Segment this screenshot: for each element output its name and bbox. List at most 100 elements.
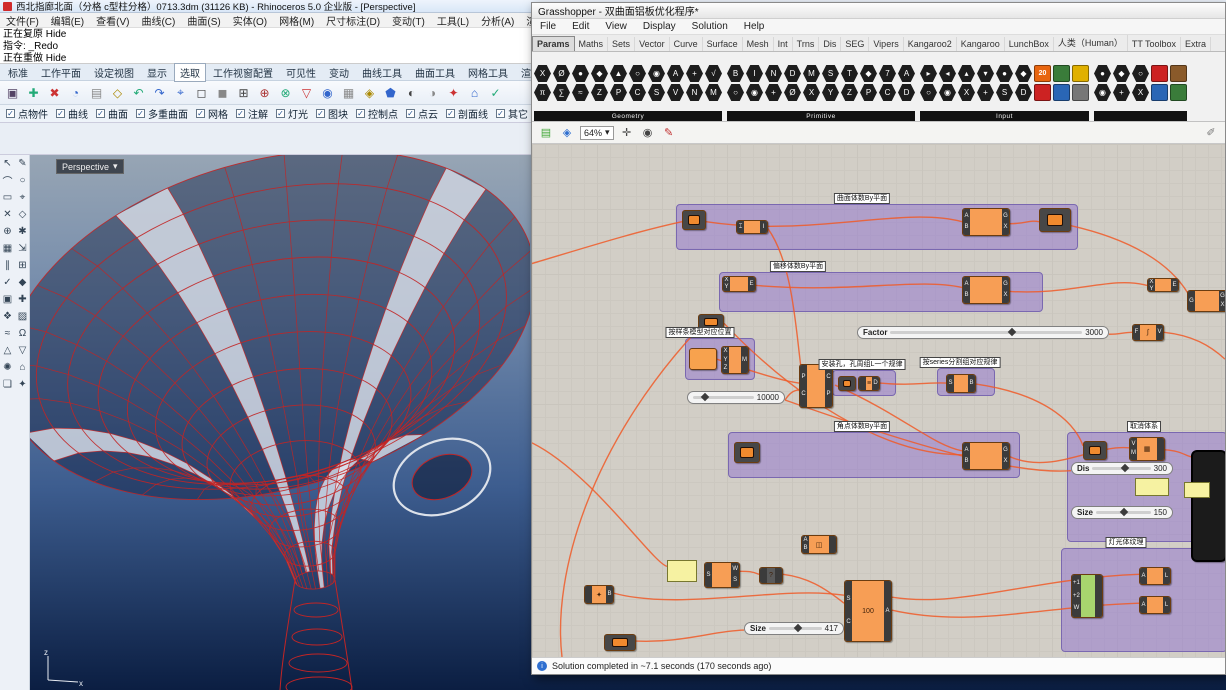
gh-category-tab[interactable]: Params [532,36,575,51]
tool-palette-icon[interactable]: ▣ [0,291,15,308]
component-hex-icon[interactable]: X [534,65,551,82]
tool-palette-icon[interactable]: ⌒ [0,172,15,189]
rhino-menu-item[interactable]: 实体(O) [227,13,273,28]
gh-component[interactable] [838,376,856,391]
toolbar-icon[interactable]: ⬟ [381,83,400,102]
component-hex-icon[interactable]: ○ [920,84,937,101]
gh-category-tab[interactable]: Vector [635,37,670,51]
component-hex-icon[interactable]: V [667,84,684,101]
gh-category-tab[interactable]: Surface [703,37,743,51]
paintbrush-icon[interactable]: ✎ [661,125,677,141]
gh-menu-item[interactable]: Help [736,21,773,32]
component-hex-icon[interactable]: + [977,84,994,101]
gh-component[interactable] [1039,208,1071,232]
slider-handle[interactable] [794,624,802,632]
gh-component[interactable]: SC100A [844,580,892,642]
component-hex-icon[interactable]: A [898,65,915,82]
tool-palette-icon[interactable]: △ [0,342,15,359]
component-hex-icon[interactable]: S [996,84,1013,101]
component-hex-icon[interactable]: Ø [784,84,801,101]
gh-component[interactable]: ≡D [858,376,880,391]
tool-palette-icon[interactable]: ⇲ [15,240,30,257]
slider-track[interactable] [693,396,754,399]
component-hex-icon[interactable]: X [1132,84,1149,101]
number-slider[interactable]: Size417 [744,622,844,635]
component-hex-icon[interactable]: + [765,84,782,101]
gh-component[interactable] [1083,441,1107,460]
filter-checkbox[interactable]: ✓多重曲面 [136,106,188,121]
slider-handle[interactable] [1119,508,1127,516]
rhino-menu-item[interactable]: 曲面(S) [181,13,226,28]
component-hex-icon[interactable]: M [705,84,722,101]
component-hex-icon[interactable]: C [629,84,646,101]
component-hex-icon[interactable]: Ø [553,65,570,82]
component-hex-icon[interactable]: ● [996,65,1013,82]
component-hex-icon[interactable]: N [765,65,782,82]
rhino-menu-item[interactable]: 尺寸标注(D) [320,13,386,28]
component-hex-icon[interactable]: ● [1094,65,1111,82]
gh-component[interactable]: +1+2W [1071,574,1103,618]
gh-component[interactable] [604,634,636,651]
gh-menu-item[interactable]: File [532,21,564,32]
component-hex-icon[interactable]: ◆ [591,65,608,82]
toolbar-icon[interactable]: ◼ [213,83,232,102]
component-chip-icon[interactable] [1034,84,1051,101]
gh-component[interactable] [734,442,760,463]
component-hex-icon[interactable]: I [746,65,763,82]
component-hex-icon[interactable]: C [879,84,896,101]
toolbar-icon[interactable]: ◇ [108,83,127,102]
component-hex-icon[interactable]: S [648,84,665,101]
component-hex-icon[interactable]: ◂ [939,65,956,82]
rhino-menu-item[interactable]: 文件(F) [0,13,45,28]
toolbar-icon[interactable]: ⊕ [255,83,274,102]
tool-palette-icon[interactable]: ⊞ [15,257,30,274]
tool-palette-icon[interactable]: ⌂ [15,359,30,376]
toolbar-icon[interactable]: ⊞ [234,83,253,102]
component-hex-icon[interactable]: P [860,84,877,101]
component-chip-icon[interactable] [1072,84,1089,101]
gh-category-tab[interactable]: Trns [793,37,820,51]
toolbar-icon[interactable]: ✖ [45,83,64,102]
gh-component[interactable]: ? [759,567,783,584]
gh-menu-item[interactable]: Display [635,21,684,32]
number-slider[interactable]: Size150 [1071,506,1173,519]
toolbar-icon[interactable]: ✓ [486,83,505,102]
component-hex-icon[interactable]: Z [841,84,858,101]
toolbar-icon[interactable]: ▽ [297,83,316,102]
toolbar-icon[interactable]: ▤ [87,83,106,102]
gh-component[interactable]: F∫V [1132,324,1164,341]
component-hex-icon[interactable]: N [686,84,703,101]
tool-palette-icon[interactable]: ◆ [15,274,30,291]
gh-component[interactable]: VM▦ [1129,437,1165,461]
component-hex-icon[interactable]: M [803,65,820,82]
component-hex-icon[interactable]: ○ [1132,65,1149,82]
gh-category-tab[interactable]: SEG [841,37,869,51]
rhino-menu-item[interactable]: 查看(V) [90,13,135,28]
number-slider[interactable]: 10000 [687,391,785,404]
tool-palette-icon[interactable]: ⊕ [0,223,15,240]
slider-track[interactable] [769,627,822,630]
sketch-pencil-icon[interactable]: ✐ [1203,125,1219,141]
preview-eye-icon[interactable]: ◉ [640,125,656,141]
rhino-toolbar-tab[interactable]: 显示 [141,63,173,82]
component-chip-icon[interactable] [1072,65,1089,82]
data-panel[interactable] [667,560,697,582]
toolbar-icon[interactable]: ▣ [3,83,22,102]
rhino-toolbar-tab[interactable]: 工作平面 [35,63,87,82]
rhino-toolbar-tab[interactable]: 标准 [2,63,34,82]
tool-palette-icon[interactable]: ▽ [15,342,30,359]
component-hex-icon[interactable]: ≈ [572,84,589,101]
filter-checkbox[interactable]: ✓剖面线 [446,106,488,121]
gh-category-tab[interactable]: Kangaroo [957,37,1005,51]
slider-handle[interactable] [701,393,709,401]
gh-component[interactable]: ⌶I [736,220,768,234]
gh-menu-item[interactable]: Edit [564,21,597,32]
gh-category-tab[interactable]: Curve [670,37,703,51]
rhino-toolbar-tab[interactable]: 选取 [174,63,206,82]
component-hex-icon[interactable]: ◉ [746,84,763,101]
gh-category-tab[interactable]: Kangaroo2 [904,37,957,51]
component-hex-icon[interactable]: ▲ [610,65,627,82]
component-hex-icon[interactable]: ◆ [1015,65,1032,82]
gh-component[interactable]: XYE [722,276,756,292]
tool-palette-icon[interactable]: Ω [15,325,30,342]
